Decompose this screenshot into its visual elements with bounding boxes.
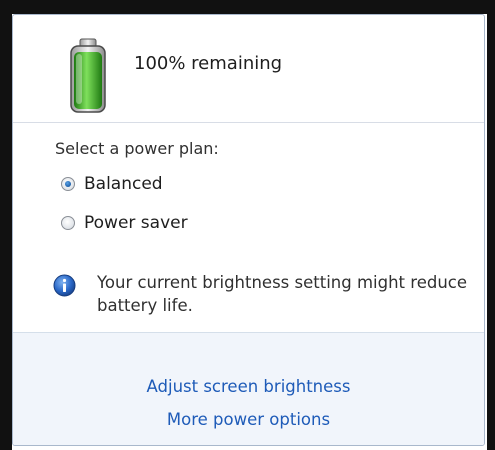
power-plan-option-balanced[interactable]: Balanced <box>61 172 163 196</box>
radio-button-selected[interactable] <box>61 177 75 191</box>
battery-flyout: 100% remaining Select a power plan: Bala… <box>12 14 485 446</box>
adjust-screen-brightness-link[interactable]: Adjust screen brightness <box>13 377 484 396</box>
info-icon <box>53 274 76 297</box>
battery-full-icon <box>70 38 106 113</box>
power-plan-option-label[interactable]: Power saver <box>84 213 188 233</box>
window-edge-top <box>0 0 495 14</box>
more-power-options-link[interactable]: More power options <box>13 410 484 429</box>
window-edge-left <box>0 0 12 450</box>
battery-status-row: 100% remaining <box>13 15 484 120</box>
battery-status-text: 100% remaining <box>134 53 283 74</box>
brightness-notice-text: Your current brightness setting might re… <box>97 273 468 315</box>
power-plan-option-label[interactable]: Balanced <box>84 174 163 194</box>
window-edge-right <box>487 0 495 450</box>
flyout-footer: Adjust screen brightness More power opti… <box>13 332 484 445</box>
divider <box>13 122 484 123</box>
radio-button[interactable] <box>61 216 75 230</box>
power-plan-option-power-saver[interactable]: Power saver <box>61 211 188 235</box>
power-plan-heading: Select a power plan: <box>55 139 219 158</box>
